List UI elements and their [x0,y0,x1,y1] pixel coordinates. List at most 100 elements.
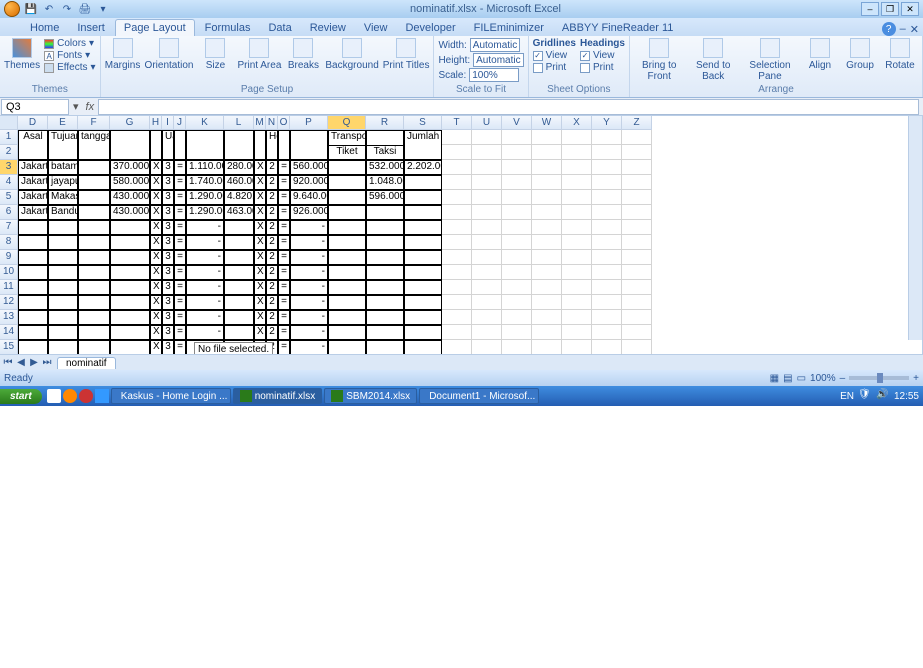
cell[interactable] [442,145,472,160]
cell[interactable]: Taksi [366,145,404,160]
cell[interactable] [290,145,328,160]
row-header[interactable]: 1 [0,130,18,145]
cell[interactable] [48,310,78,325]
cell[interactable] [174,130,186,145]
zoom-out-icon[interactable]: – [840,373,846,384]
cell[interactable]: 9.640.000 [290,190,328,205]
cell[interactable]: = [174,160,186,175]
sheet-nav-last-icon[interactable]: ⏭ [41,357,53,368]
cell[interactable] [366,250,404,265]
cell[interactable] [404,325,442,340]
cell[interactable]: tanggal [78,130,110,145]
cell[interactable]: 3 [162,265,174,280]
tab-abbyy[interactable]: ABBYY FineReader 11 [554,20,682,36]
doc-close-icon[interactable]: ✕ [910,23,919,36]
cell[interactable] [78,265,110,280]
cell[interactable] [532,265,562,280]
gridlines-print-check[interactable]: Print [533,62,576,73]
column-header[interactable]: I [162,116,174,130]
cell[interactable] [278,145,290,160]
cell[interactable] [224,295,254,310]
cell[interactable]: X [254,235,266,250]
taskbar-item[interactable]: Document1 - Microsof... [419,388,539,404]
cell[interactable] [366,340,404,354]
cell[interactable]: - [290,325,328,340]
cell[interactable] [592,340,622,354]
cell[interactable] [224,145,254,160]
cell[interactable] [562,280,592,295]
cell[interactable]: jayapura [48,175,78,190]
cell[interactable]: = [174,280,186,295]
cell[interactable]: Jakarta [18,160,48,175]
cell[interactable] [502,205,532,220]
cell[interactable] [562,190,592,205]
cell[interactable] [502,145,532,160]
cell[interactable] [78,220,110,235]
cell[interactable]: - [186,220,224,235]
row-header[interactable]: 11 [0,280,18,295]
cell[interactable] [622,250,652,265]
cell[interactable] [562,340,592,354]
cell[interactable]: X [254,190,266,205]
tab-formulas[interactable]: Formulas [197,20,259,36]
cell[interactable]: = [278,295,290,310]
cell[interactable]: = [278,160,290,175]
cell[interactable]: = [174,325,186,340]
cell[interactable]: Asal [18,130,48,145]
cell[interactable]: Transport [328,130,366,145]
cell[interactable] [48,340,78,354]
row-header[interactable]: 9 [0,250,18,265]
cell[interactable]: Bandung [48,205,78,220]
tray-icon[interactable]: 🛡 [858,389,872,403]
sheet-nav-prev-icon[interactable]: ◀ [15,357,27,368]
cell[interactable]: - [290,235,328,250]
cell[interactable] [78,325,110,340]
cell[interactable] [472,250,502,265]
cell[interactable] [404,340,442,354]
cell[interactable] [592,235,622,250]
cell[interactable]: = [174,235,186,250]
cell[interactable] [404,235,442,250]
cell[interactable] [162,145,174,160]
cell[interactable]: 3 [162,220,174,235]
cell[interactable] [278,130,290,145]
cell[interactable]: 2 [266,295,278,310]
cell[interactable] [622,160,652,175]
cell[interactable]: X [150,280,162,295]
cell[interactable]: 2 [266,265,278,280]
row-header[interactable]: 8 [0,235,18,250]
column-header[interactable]: J [174,116,186,130]
cell[interactable]: X [254,205,266,220]
cell[interactable] [366,205,404,220]
sheet-nav-first-icon[interactable]: ⏮ [2,357,14,368]
cell[interactable]: 2 [266,220,278,235]
row-header[interactable]: 12 [0,295,18,310]
cell[interactable] [48,265,78,280]
cell[interactable]: 1.740.000 [186,175,224,190]
cell[interactable]: 1.110.000 [186,160,224,175]
quicklaunch-icon[interactable] [63,389,77,403]
cell[interactable] [254,145,266,160]
cell[interactable]: - [186,235,224,250]
cell[interactable] [366,130,404,145]
print-titles-button[interactable]: Print Titles [383,38,430,71]
cell[interactable] [366,235,404,250]
cell[interactable] [622,310,652,325]
worksheet-grid[interactable]: DEFGHIJKLMNOPQRSTUVWXYZ1AsalTujuantangga… [0,116,923,354]
cell[interactable] [532,235,562,250]
cell[interactable] [224,220,254,235]
bring-front-button[interactable]: Bring to Front [634,38,684,82]
cell[interactable] [562,175,592,190]
cell[interactable] [532,130,562,145]
cell[interactable] [48,295,78,310]
cell[interactable] [502,265,532,280]
formula-input[interactable] [98,99,919,115]
tray-lang[interactable]: EN [840,391,854,402]
cell[interactable]: X [254,325,266,340]
cell[interactable] [532,145,562,160]
row-header[interactable]: 13 [0,310,18,325]
themes-button[interactable]: Themes [4,38,40,71]
cell[interactable]: X [150,250,162,265]
cell[interactable]: - [186,265,224,280]
qat-redo-icon[interactable]: ↷ [60,2,74,16]
